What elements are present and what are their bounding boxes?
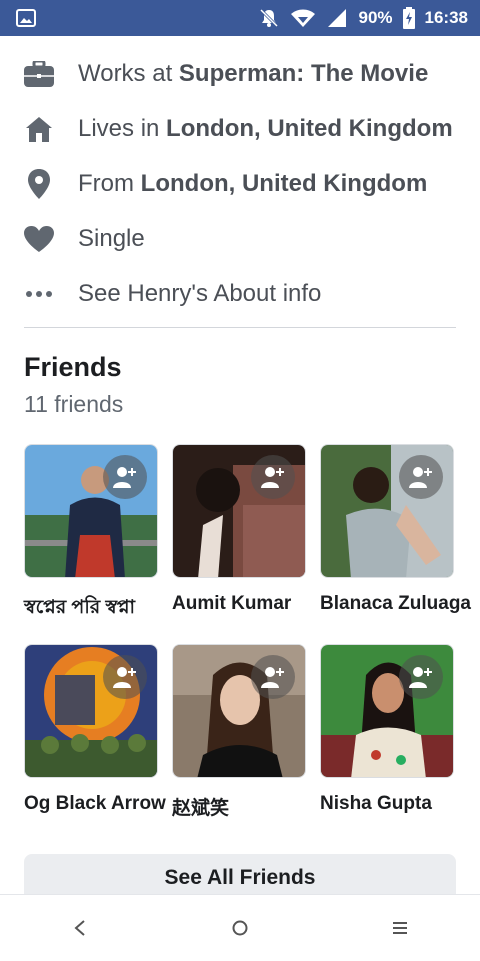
- see-about-info[interactable]: See Henry's About info: [24, 266, 456, 321]
- briefcase-icon: [24, 59, 54, 89]
- intro-from-value[interactable]: London, United Kingdom: [141, 170, 428, 197]
- add-friend-icon[interactable]: [103, 455, 147, 499]
- status-bar: 90% 16:38: [0, 0, 480, 36]
- signal-icon: [326, 8, 348, 28]
- location-pin-icon: [24, 168, 54, 199]
- see-about-info-label[interactable]: See Henry's About info: [78, 280, 321, 307]
- friend-card[interactable]: Og Black Arrow: [24, 644, 166, 815]
- intro-lives-prefix: Lives in: [78, 114, 167, 142]
- add-friend-icon[interactable]: [399, 655, 443, 699]
- add-friend-icon[interactable]: [103, 655, 147, 699]
- friends-title[interactable]: Friends: [24, 352, 122, 383]
- add-friend-icon[interactable]: [251, 655, 295, 699]
- friend-photo[interactable]: [24, 644, 158, 778]
- friend-photo[interactable]: [320, 444, 454, 578]
- home-icon: [24, 114, 54, 144]
- intro-work[interactable]: Works at Superman: The Movie: [24, 46, 456, 101]
- add-friend-icon[interactable]: [399, 455, 443, 499]
- friend-name[interactable]: Og Black Arrow: [24, 793, 166, 815]
- intro-from[interactable]: From London, United Kingdom: [24, 156, 456, 211]
- clock: 16:38: [424, 8, 468, 27]
- more-dots-icon: [24, 279, 54, 309]
- friend-card[interactable]: 赵斌笑: [172, 644, 306, 820]
- intro-relationship: Single: [24, 211, 456, 266]
- intro-lives[interactable]: Lives in London, United Kingdom: [24, 101, 456, 156]
- friend-card[interactable]: Aumit Kumar: [172, 444, 306, 615]
- friends-count: 11 friends: [24, 391, 124, 417]
- intro-from-prefix: From: [78, 169, 141, 197]
- recents-icon[interactable]: [370, 898, 430, 958]
- intro-relationship-label: Single: [78, 224, 145, 252]
- navigation-bar: [0, 894, 480, 961]
- battery-icon: [402, 7, 415, 29]
- friend-card[interactable]: স্বপ্নের পরি স্বপ্না: [24, 444, 158, 625]
- friend-name[interactable]: Blanaca Zuluaga: [320, 593, 471, 615]
- intro-work-value[interactable]: Superman: The Movie: [179, 60, 428, 87]
- friend-photo[interactable]: [320, 644, 454, 778]
- home-circle-icon[interactable]: [210, 898, 270, 958]
- friend-photo[interactable]: [172, 644, 306, 778]
- friend-card[interactable]: Blanaca Zuluaga: [320, 444, 471, 615]
- add-friend-icon[interactable]: [251, 455, 295, 499]
- gallery-icon: [16, 9, 36, 27]
- heart-icon: [24, 224, 54, 254]
- friend-name[interactable]: 赵斌笑: [172, 793, 306, 820]
- friend-name[interactable]: Nisha Gupta: [320, 793, 454, 815]
- friend-photo[interactable]: [172, 444, 306, 578]
- battery-percent: 90%: [358, 8, 393, 27]
- intro-list: Works at Superman: The Movie Lives in Lo…: [24, 46, 456, 321]
- mute-icon: [258, 7, 280, 29]
- friend-name[interactable]: স্বপ্নের পরি স্বপ্না: [24, 593, 158, 625]
- divider: [24, 327, 456, 328]
- intro-lives-value[interactable]: London, United Kingdom: [166, 115, 453, 142]
- wifi-icon: [290, 8, 316, 28]
- friend-photo[interactable]: [24, 444, 158, 578]
- intro-work-prefix: Works at: [78, 59, 179, 87]
- friend-card[interactable]: Nisha Gupta: [320, 644, 454, 815]
- back-icon[interactable]: [50, 898, 110, 958]
- friend-name[interactable]: Aumit Kumar: [172, 593, 306, 615]
